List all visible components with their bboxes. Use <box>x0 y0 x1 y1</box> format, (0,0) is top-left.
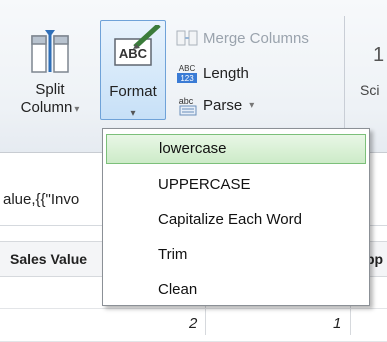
length-button[interactable]: ABC 123 Length <box>176 61 249 85</box>
cut-off-ribbon-number: 1 <box>373 44 385 66</box>
split-column-label: Split Column ▾ <box>20 81 80 116</box>
chevron-down-icon: ▾ <box>130 108 136 119</box>
chevron-down-icon: ▾ <box>249 99 255 111</box>
parse-label: Parse <box>203 96 243 114</box>
svg-text:abc: abc <box>179 96 194 106</box>
table-row: 2 1 <box>0 309 387 342</box>
length-abc-123-icon: ABC 123 <box>177 64 197 83</box>
svg-text:ABC: ABC <box>179 64 196 73</box>
format-dropdown-menu: lowercase UPPERCASE Capitalize Each Word… <box>102 128 370 306</box>
group-separator <box>344 16 345 136</box>
merge-columns-icon <box>176 30 198 46</box>
menu-item-uppercase[interactable]: UPPERCASE <box>106 170 366 200</box>
menu-item-clean[interactable]: Clean <box>106 275 366 305</box>
split-column-icon <box>31 30 69 73</box>
menu-item-trim[interactable]: Trim <box>106 240 366 270</box>
svg-text:123: 123 <box>180 74 194 83</box>
parse-abc-icon: abc <box>179 96 197 116</box>
length-label: Length <box>203 64 249 82</box>
cut-off-ribbon-label: Sci <box>360 82 380 98</box>
merge-columns-label: Merge Columns <box>203 29 309 47</box>
menu-item-lowercase[interactable]: lowercase <box>106 134 366 164</box>
svg-text:ABC: ABC <box>119 46 148 61</box>
format-abc-pencil-icon: ABC <box>114 25 161 66</box>
column-header-sales-value[interactable]: Sales Value <box>10 251 87 267</box>
format-button[interactable]: ABC Format ▾ <box>100 20 166 120</box>
parse-button[interactable]: abc Parse ▾ <box>176 93 254 117</box>
table-cell[interactable]: 1 <box>333 315 341 332</box>
menu-item-capitalize-each-word[interactable]: Capitalize Each Word <box>106 205 366 235</box>
chevron-down-icon: ▾ <box>74 104 80 115</box>
merge-columns-button[interactable]: Merge Columns <box>176 26 309 50</box>
format-label: Format <box>109 83 157 100</box>
table-cell[interactable]: 2 <box>189 315 197 332</box>
split-column-button[interactable]: Split Column ▾ <box>10 28 90 116</box>
